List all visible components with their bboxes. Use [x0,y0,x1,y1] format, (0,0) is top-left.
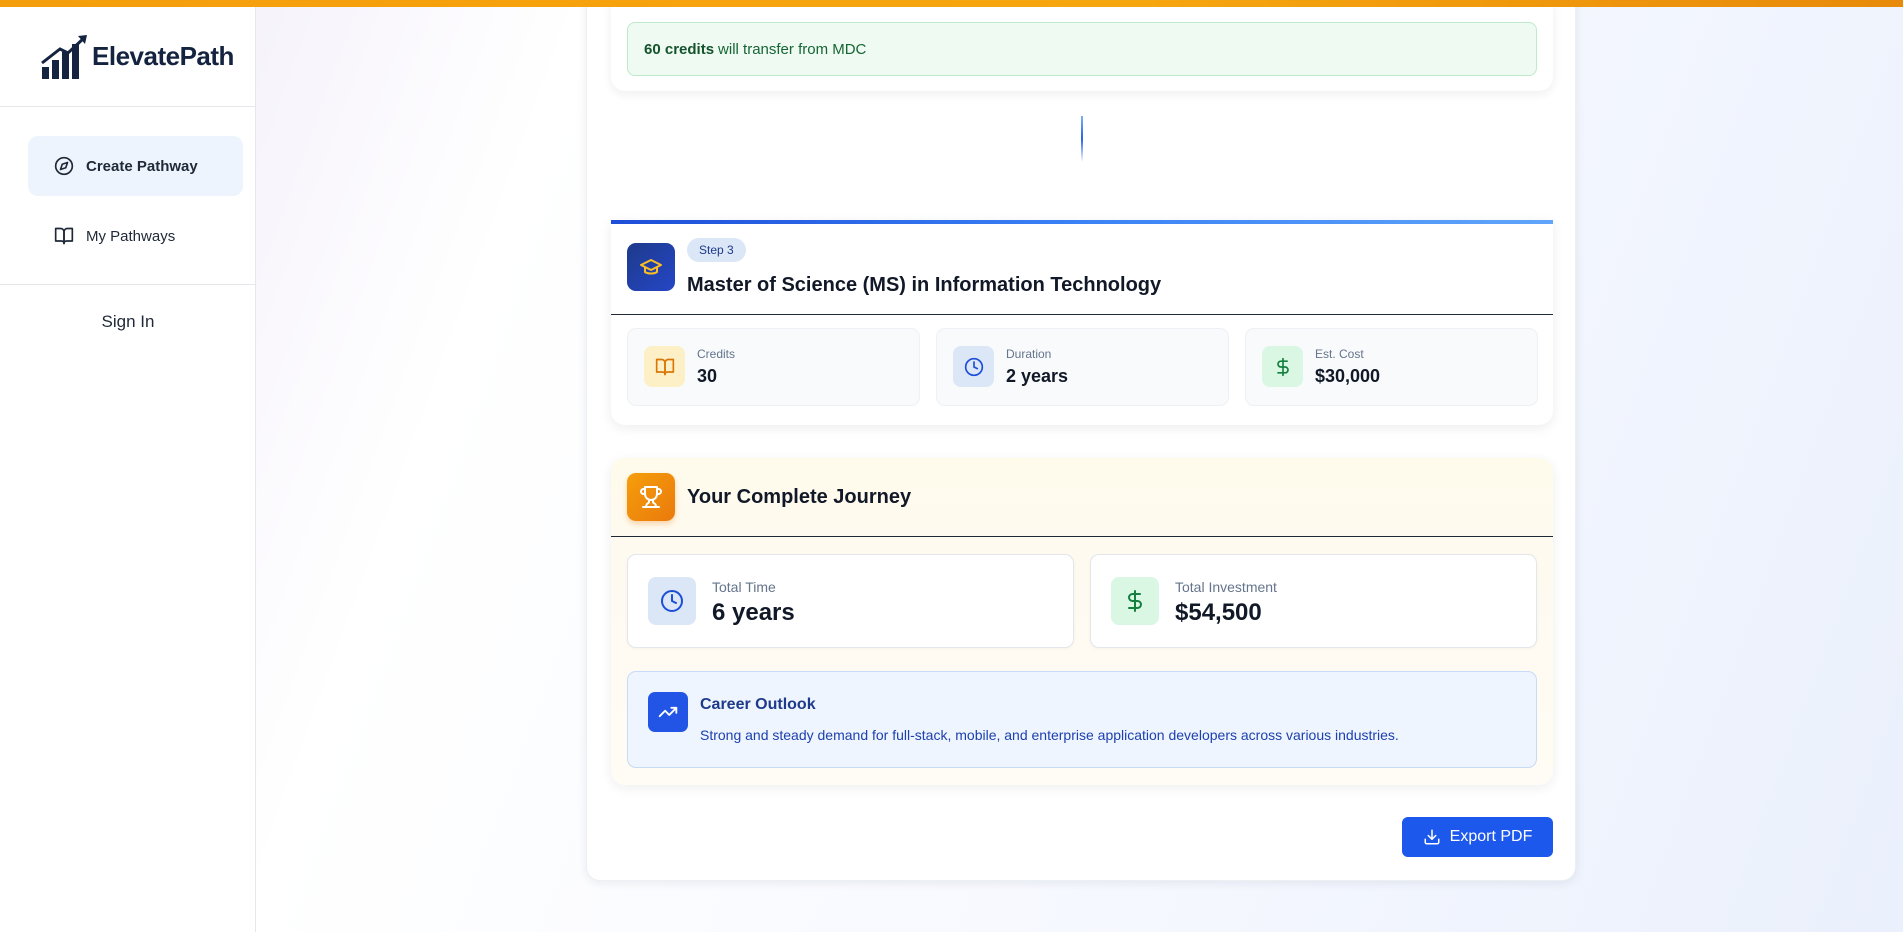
export-pdf-label: Export PDF [1449,828,1533,845]
stat-duration: Duration 2 years [936,328,1229,406]
trending-up-icon [648,692,688,732]
total-time-value: 6 years [712,599,795,626]
journey-title: Your Complete Journey [687,486,912,508]
step-connector [1081,116,1083,162]
dollar-icon [1111,577,1159,625]
total-time-label: Total Time [712,579,776,595]
sidebar-nav: Create Pathway My Pathways [0,107,255,285]
trophy-icon [627,473,675,521]
pathway-card: 60 credits will transfer from MDC Step 3… [586,0,1576,881]
sidebar-item-label: Create Pathway [86,157,198,175]
stat-value: $30,000 [1315,366,1381,386]
graduation-cap-icon [627,243,675,291]
step-card: Step 3 Master of Science (MS) in Informa… [611,220,1553,425]
logo-text: ElevatePath [92,41,234,71]
sidebar-item-create-pathway[interactable]: Create Pathway [28,136,243,196]
total-investment-label: Total Investment [1175,579,1277,595]
stat-value: 30 [697,366,718,386]
stat-label: Credits [697,347,736,361]
stat-label: Duration [1006,347,1052,361]
download-icon [1424,829,1440,845]
book-open-icon [644,346,685,387]
career-outlook-title: Career Outlook [700,696,816,713]
transfer-card: 60 credits will transfer from MDC [611,0,1553,91]
sidebar-item-label: My Pathways [86,227,176,245]
sign-in-link[interactable]: Sign In [0,312,256,332]
step-header: Step 3 Master of Science (MS) in Informa… [611,224,1553,315]
transfer-note: 60 credits will transfer from MDC [627,22,1537,76]
export-pdf-button[interactable]: Export PDF [1402,817,1553,857]
sidebar: ElevatePath Create Pathway My Pathways S… [0,7,256,932]
transfer-text: will transfer from MDC [718,40,867,58]
journey-summary: Your Complete Journey Total Time 6 years… [611,458,1553,785]
career-outlook: Career Outlook Strong and steady demand … [627,671,1537,768]
stat-value: 2 years [1006,366,1069,386]
career-outlook-text: Strong and steady demand for full-stack,… [700,727,1399,743]
total-investment-value: $54,500 [1175,599,1262,626]
stat-credits: Credits 30 [627,328,920,406]
stat-est-cost: Est. Cost $30,000 [1245,328,1538,406]
total-time-card: Total Time 6 years [627,554,1074,648]
step-title: Master of Science (MS) in Information Te… [687,274,1162,296]
top-accent-bar [0,0,1903,7]
book-open-icon [54,227,74,245]
step-badge: Step 3 [687,238,746,262]
transfer-credits: 60 credits [644,40,715,58]
logo[interactable]: ElevatePath [0,7,255,107]
total-investment-card: Total Investment $54,500 [1090,554,1537,648]
logo-chart-icon [41,34,87,79]
compass-icon [54,156,74,176]
clock-icon [953,346,994,387]
clock-icon [648,577,696,625]
stat-label: Est. Cost [1315,347,1364,361]
sidebar-item-my-pathways[interactable]: My Pathways [28,206,243,266]
journey-header: Your Complete Journey [611,458,1553,537]
dollar-icon [1262,346,1303,387]
